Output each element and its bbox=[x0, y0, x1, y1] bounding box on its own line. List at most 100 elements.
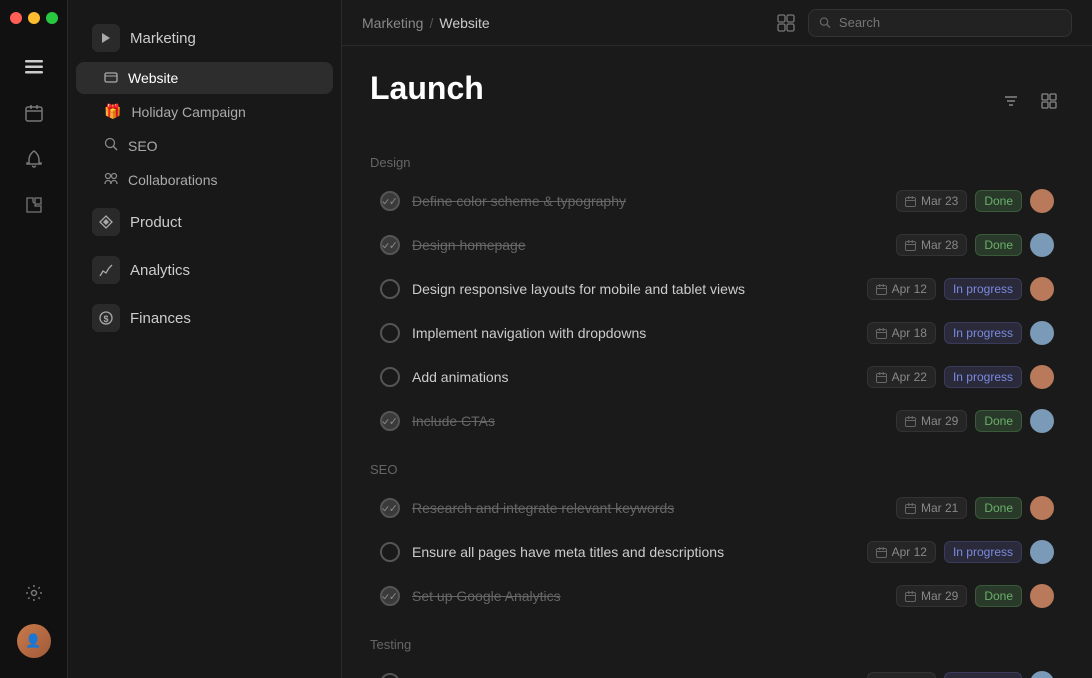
calendar-small-icon bbox=[876, 328, 887, 339]
task-checkbox[interactable] bbox=[380, 586, 400, 606]
task-row[interactable]: Conduct usability testing with a small g… bbox=[370, 662, 1064, 678]
seo-icon bbox=[104, 137, 118, 154]
website-label: Website bbox=[128, 70, 178, 86]
task-avatar bbox=[1030, 321, 1054, 345]
task-checkbox[interactable] bbox=[380, 411, 400, 431]
layout-toggle-icon[interactable] bbox=[770, 7, 802, 39]
task-row[interactable]: Set up Google Analytics Mar 29Done bbox=[370, 575, 1064, 617]
filter-icon[interactable] bbox=[996, 86, 1026, 116]
task-status-badge: In progress bbox=[944, 541, 1022, 563]
product-group-icon bbox=[92, 208, 120, 236]
breadcrumb-current: Website bbox=[439, 15, 489, 31]
collaborations-icon bbox=[104, 171, 118, 188]
task-date: Apr 12 bbox=[867, 278, 936, 300]
section-label-seo: SEO bbox=[370, 462, 1064, 477]
task-row[interactable]: Add animations Apr 22In progress bbox=[370, 356, 1064, 398]
finances-label: Finances bbox=[130, 310, 191, 327]
calendar-small-icon bbox=[905, 416, 916, 427]
task-meta: Apr 12In progress bbox=[867, 277, 1054, 301]
task-avatar bbox=[1030, 365, 1054, 389]
bell-icon[interactable] bbox=[15, 140, 53, 178]
section-seo: SEO Research and integrate relevant keywo… bbox=[370, 462, 1064, 617]
breadcrumb-parent[interactable]: Marketing bbox=[362, 15, 423, 31]
marketing-group-icon bbox=[92, 24, 120, 52]
task-avatar bbox=[1030, 409, 1054, 433]
sidebar-group-analytics[interactable]: Analytics bbox=[76, 248, 333, 292]
section-testing: Testing Conduct usability testing with a … bbox=[370, 637, 1064, 678]
sidebar-group-marketing[interactable]: Marketing bbox=[76, 16, 333, 60]
task-meta: Apr 12 In progress bbox=[867, 540, 1054, 564]
task-checkbox[interactable] bbox=[380, 191, 400, 211]
calendar-small-icon bbox=[876, 547, 887, 558]
task-name: Design responsive layouts for mobile and… bbox=[412, 281, 867, 297]
task-status-badge: In progress bbox=[944, 672, 1022, 678]
sidebar: Marketing Website 🎁 Holiday Campaign bbox=[68, 0, 342, 678]
task-row[interactable]: Implement navigation with dropdowns Apr … bbox=[370, 312, 1064, 354]
task-meta: Mar 28Done bbox=[896, 233, 1054, 257]
task-name: Include CTAs bbox=[412, 413, 896, 429]
task-status-badge: Done bbox=[975, 585, 1022, 607]
svg-text:$: $ bbox=[103, 314, 108, 324]
search-bar[interactable] bbox=[808, 9, 1072, 37]
user-avatar[interactable]: 👤 bbox=[17, 624, 51, 658]
task-row[interactable]: Design responsive layouts for mobile and… bbox=[370, 268, 1064, 310]
task-meta: Apr 22 In progress bbox=[867, 365, 1054, 389]
search-input[interactable] bbox=[839, 15, 1061, 30]
task-status-badge: In progress bbox=[944, 322, 1022, 344]
task-date: Apr 28 bbox=[867, 672, 936, 678]
list-view-icon[interactable] bbox=[15, 48, 53, 86]
sidebar-item-seo[interactable]: SEO bbox=[76, 129, 333, 162]
puzzle-icon[interactable] bbox=[15, 186, 53, 224]
task-checkbox[interactable] bbox=[380, 673, 400, 678]
website-icon bbox=[104, 70, 118, 86]
task-avatar bbox=[1030, 233, 1054, 257]
task-checkbox[interactable] bbox=[380, 235, 400, 255]
task-checkbox[interactable] bbox=[380, 367, 400, 387]
search-icon bbox=[819, 16, 831, 29]
task-status-badge: In progress bbox=[944, 366, 1022, 388]
sidebar-item-holiday-campaign[interactable]: 🎁 Holiday Campaign bbox=[76, 95, 333, 128]
sidebar-item-website[interactable]: Website bbox=[76, 62, 333, 94]
sidebar-group-finances[interactable]: $ Finances bbox=[76, 296, 333, 340]
sidebar-item-collaborations[interactable]: Collaborations bbox=[76, 163, 333, 196]
task-status-badge: Done bbox=[975, 497, 1022, 519]
sidebar-section-analytics: Analytics bbox=[68, 248, 341, 292]
task-checkbox[interactable] bbox=[380, 323, 400, 343]
settings-icon[interactable] bbox=[15, 574, 53, 612]
task-name: Ensure all pages have meta titles and de… bbox=[412, 544, 867, 560]
task-checkbox[interactable] bbox=[380, 542, 400, 562]
section-label-design: Design bbox=[370, 155, 1064, 170]
task-avatar bbox=[1030, 584, 1054, 608]
task-meta: Mar 21 Done bbox=[896, 496, 1054, 520]
product-label: Product bbox=[130, 214, 182, 231]
breadcrumb-separator: / bbox=[429, 15, 433, 31]
task-row[interactable]: Ensure all pages have meta titles and de… bbox=[370, 531, 1064, 573]
minimize-button[interactable] bbox=[28, 12, 40, 24]
task-date: Mar 23 bbox=[896, 190, 967, 212]
task-date: Apr 22 bbox=[867, 366, 936, 388]
task-status-badge: Done bbox=[975, 234, 1022, 256]
task-avatar bbox=[1030, 189, 1054, 213]
task-row[interactable]: Include CTAs Mar 29Done bbox=[370, 400, 1064, 442]
title-actions bbox=[996, 86, 1064, 116]
calendar-icon[interactable] bbox=[15, 94, 53, 132]
task-avatar bbox=[1030, 496, 1054, 520]
task-checkbox[interactable] bbox=[380, 279, 400, 299]
grid-view-icon[interactable] bbox=[1034, 86, 1064, 116]
task-row[interactable]: Research and integrate relevant keywords… bbox=[370, 487, 1064, 529]
maximize-button[interactable] bbox=[46, 12, 58, 24]
sidebar-group-product[interactable]: Product bbox=[76, 200, 333, 244]
task-date: Mar 29 bbox=[896, 585, 967, 607]
main-content: Marketing / Website Launch bbox=[342, 0, 1092, 678]
page-title: Launch bbox=[370, 70, 484, 107]
task-date: Apr 12 bbox=[867, 541, 936, 563]
close-button[interactable] bbox=[10, 12, 22, 24]
task-name: Define color scheme & typography bbox=[412, 193, 896, 209]
section-label-testing: Testing bbox=[370, 637, 1064, 652]
task-date: Mar 21 bbox=[896, 497, 967, 519]
task-row[interactable]: Design homepage Mar 28Done bbox=[370, 224, 1064, 266]
content-area: Launch bbox=[342, 46, 1092, 678]
icon-bar: 👤 bbox=[0, 0, 68, 678]
task-row[interactable]: Define color scheme & typography Mar 23D… bbox=[370, 180, 1064, 222]
task-checkbox[interactable] bbox=[380, 498, 400, 518]
